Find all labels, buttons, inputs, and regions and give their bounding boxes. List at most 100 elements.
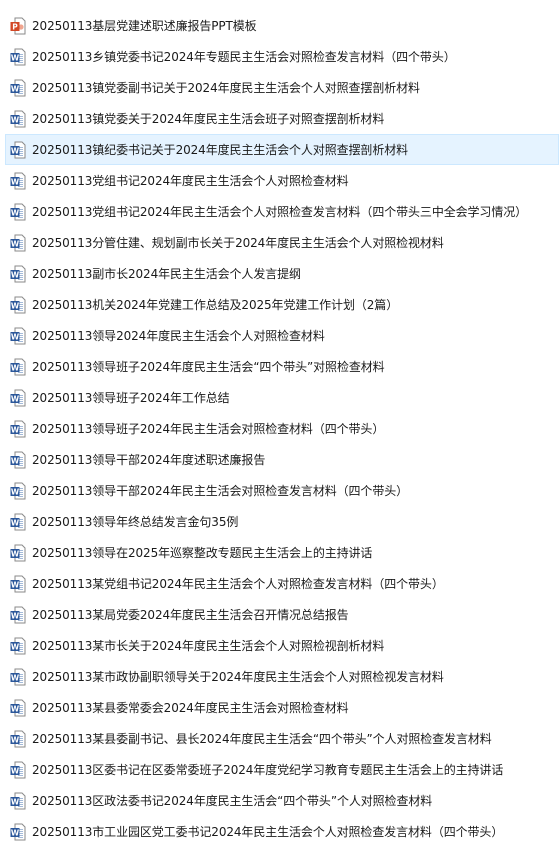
file-name: 20250113领导干部2024年度述职述廉报告 <box>32 453 266 467</box>
file-list-item[interactable]: W 20250113领导在2025年巡察整改专题民主生活会上的主持讲话 <box>5 537 559 568</box>
svg-text:W: W <box>11 828 20 837</box>
svg-text:W: W <box>11 642 20 651</box>
file-name: 20250113乡镇党委书记2024年专题民主生活会对照检查发言材料（四个带头） <box>32 50 456 64</box>
file-list-item[interactable]: W 20250113乡镇党委书记2024年专题民主生活会对照检查发言材料（四个带头… <box>5 41 559 72</box>
svg-text:W: W <box>11 146 20 155</box>
word-file-icon: W <box>10 544 26 562</box>
file-list-item[interactable]: P 20250113基层党建述职述廉报告PPT模板 <box>5 10 559 41</box>
file-list-item[interactable]: W 20250113镇党委副书记关于2024年度民主生活会个人对照查摆剖析材料 <box>5 72 559 103</box>
word-file-icon: W <box>10 699 26 717</box>
file-name: 20250113镇纪委书记关于2024年度民主生活会个人对照查摆剖析材料 <box>32 143 409 157</box>
file-list-item[interactable]: W 20250113市工业园区党工委书记2024年民主生活会个人对照检查发言材料（… <box>5 816 559 847</box>
file-list-item[interactable]: W 20250113区委书记在区委常委班子2024年度党纪学习教育专题民主生活会上… <box>5 754 559 785</box>
word-file-icon: W <box>10 389 26 407</box>
svg-text:W: W <box>11 518 20 527</box>
file-name: 20250113某县委常委会2024年度民主生活会对照检查材料 <box>32 701 349 715</box>
svg-text:W: W <box>11 177 20 186</box>
word-file-icon: W <box>10 141 26 159</box>
svg-text:W: W <box>11 766 20 775</box>
svg-text:W: W <box>11 487 20 496</box>
svg-text:W: W <box>11 611 20 620</box>
word-file-icon: W <box>10 48 26 66</box>
file-name: 20250113领导班子2024年工作总结 <box>32 391 230 405</box>
file-list-item[interactable]: W 20250113区政法委书记2024年度民主生活会“四个带头”个人对照检查材料 <box>5 785 559 816</box>
word-file-icon: W <box>10 606 26 624</box>
word-file-icon: W <box>10 110 26 128</box>
file-list-item[interactable]: W 20250113分管住建、规划副市长关于2024年度民主生活会个人对照检视材料 <box>5 227 559 258</box>
svg-text:W: W <box>11 549 20 558</box>
svg-text:P: P <box>12 22 18 31</box>
file-list-item[interactable]: W 20250113某县委常委会2024年度民主生活会对照检查材料 <box>5 692 559 723</box>
file-name: 20250113某市政协副职领导关于2024年度民主生活会个人对照检视发言材料 <box>32 670 444 684</box>
file-name: 20250113分管住建、规划副市长关于2024年度民主生活会个人对照检视材料 <box>32 236 444 250</box>
file-name: 20250113某局党委2024年度民主生活会召开情况总结报告 <box>32 608 349 622</box>
svg-text:W: W <box>11 239 20 248</box>
svg-text:W: W <box>11 301 20 310</box>
svg-text:W: W <box>11 363 20 372</box>
file-name: 20250113区委书记在区委常委班子2024年度党纪学习教育专题民主生活会上的… <box>32 763 504 777</box>
file-list: P 20250113基层党建述职述廉报告PPT模板 W 20250113乡镇党委书记2… <box>0 0 559 847</box>
file-list-item[interactable]: W 20250113某市政协副职领导关于2024年度民主生活会个人对照检视发言材料 <box>5 661 559 692</box>
file-name: 20250113某市长关于2024年度民主生活会个人对照检视剖析材料 <box>32 639 385 653</box>
svg-text:W: W <box>11 673 20 682</box>
file-name: 20250113党组书记2024年度民主生活会个人对照检查材料 <box>32 174 349 188</box>
file-name: 20250113领导班子2024年民主生活会对照检查材料（四个带头） <box>32 422 385 436</box>
file-name: 20250113副市长2024年民主生活会个人发言提纲 <box>32 267 301 281</box>
word-file-icon: W <box>10 637 26 655</box>
word-file-icon: W <box>10 420 26 438</box>
file-list-item[interactable]: W 20250113党组书记2024年民主生活会个人对照检查发言材料（四个带头三中… <box>5 196 559 227</box>
file-name: 20250113基层党建述职述廉报告PPT模板 <box>32 19 257 33</box>
svg-text:W: W <box>11 797 20 806</box>
svg-text:W: W <box>11 580 20 589</box>
word-file-icon: W <box>10 79 26 97</box>
file-name: 20250113领导在2025年巡察整改专题民主生活会上的主持讲话 <box>32 546 373 560</box>
file-list-item[interactable]: W 20250113领导班子2024年民主生活会对照检查材料（四个带头） <box>5 413 559 444</box>
file-list-item[interactable]: W 20250113镇纪委书记关于2024年度民主生活会个人对照查摆剖析材料 <box>5 134 559 165</box>
word-file-icon: W <box>10 172 26 190</box>
file-list-item[interactable]: W 20250113某市长关于2024年度民主生活会个人对照检视剖析材料 <box>5 630 559 661</box>
file-list-item[interactable]: W 20250113副市长2024年民主生活会个人发言提纲 <box>5 258 559 289</box>
word-file-icon: W <box>10 234 26 252</box>
file-name: 20250113领导班子2024年度民主生活会“四个带头”对照检查材料 <box>32 360 385 374</box>
svg-text:W: W <box>11 115 20 124</box>
svg-text:W: W <box>11 394 20 403</box>
word-file-icon: W <box>10 761 26 779</box>
file-name: 20250113市工业园区党工委书记2024年民主生活会个人对照检查发言材料（四… <box>32 825 504 839</box>
word-file-icon: W <box>10 327 26 345</box>
word-file-icon: W <box>10 823 26 841</box>
file-name: 20250113某县委副书记、县长2024年度民主生活会“四个带头”个人对照检查… <box>32 732 492 746</box>
svg-text:W: W <box>11 425 20 434</box>
word-file-icon: W <box>10 482 26 500</box>
file-list-item[interactable]: W 20250113领导2024年度民主生活会个人对照检查材料 <box>5 320 559 351</box>
powerpoint-file-icon: P <box>10 17 26 35</box>
file-list-item[interactable]: W 20250113机关2024年党建工作总结及2025年党建工作计划（2篇） <box>5 289 559 320</box>
file-name: 20250113领导年终总结发言金句35例 <box>32 515 239 529</box>
svg-text:W: W <box>11 456 20 465</box>
file-list-item[interactable]: W 20250113领导年终总结发言金句35例 <box>5 506 559 537</box>
file-name: 20250113党组书记2024年民主生活会个人对照检查发言材料（四个带头三中全… <box>32 205 528 219</box>
word-file-icon: W <box>10 203 26 221</box>
file-list-item[interactable]: W 20250113某县委副书记、县长2024年度民主生活会“四个带头”个人对照检… <box>5 723 559 754</box>
file-name: 20250113机关2024年党建工作总结及2025年党建工作计划（2篇） <box>32 298 399 312</box>
file-name: 20250113某党组书记2024年民主生活会个人对照检查发言材料（四个带头） <box>32 577 444 591</box>
word-file-icon: W <box>10 513 26 531</box>
word-file-icon: W <box>10 575 26 593</box>
file-list-item[interactable]: W 20250113领导班子2024年度民主生活会“四个带头”对照检查材料 <box>5 351 559 382</box>
word-file-icon: W <box>10 451 26 469</box>
svg-text:W: W <box>11 84 20 93</box>
word-file-icon: W <box>10 792 26 810</box>
file-list-item[interactable]: W 20250113领导班子2024年工作总结 <box>5 382 559 413</box>
svg-text:W: W <box>11 270 20 279</box>
svg-text:W: W <box>11 332 20 341</box>
file-list-item[interactable]: W 20250113领导干部2024年民主生活会对照检查发言材料（四个带头） <box>5 475 559 506</box>
file-list-item[interactable]: W 20250113某局党委2024年度民主生活会召开情况总结报告 <box>5 599 559 630</box>
file-name: 20250113镇党委副书记关于2024年度民主生活会个人对照查摆剖析材料 <box>32 81 420 95</box>
file-list-item[interactable]: W 20250113党组书记2024年度民主生活会个人对照检查材料 <box>5 165 559 196</box>
word-file-icon: W <box>10 668 26 686</box>
svg-text:W: W <box>11 735 20 744</box>
file-list-item[interactable]: W 20250113领导干部2024年度述职述廉报告 <box>5 444 559 475</box>
file-list-item[interactable]: W 20250113某党组书记2024年民主生活会个人对照检查发言材料（四个带头） <box>5 568 559 599</box>
file-list-item[interactable]: W 20250113镇党委关于2024年度民主生活会班子对照查摆剖析材料 <box>5 103 559 134</box>
file-name: 20250113领导2024年度民主生活会个人对照检查材料 <box>32 329 325 343</box>
svg-text:W: W <box>11 53 20 62</box>
